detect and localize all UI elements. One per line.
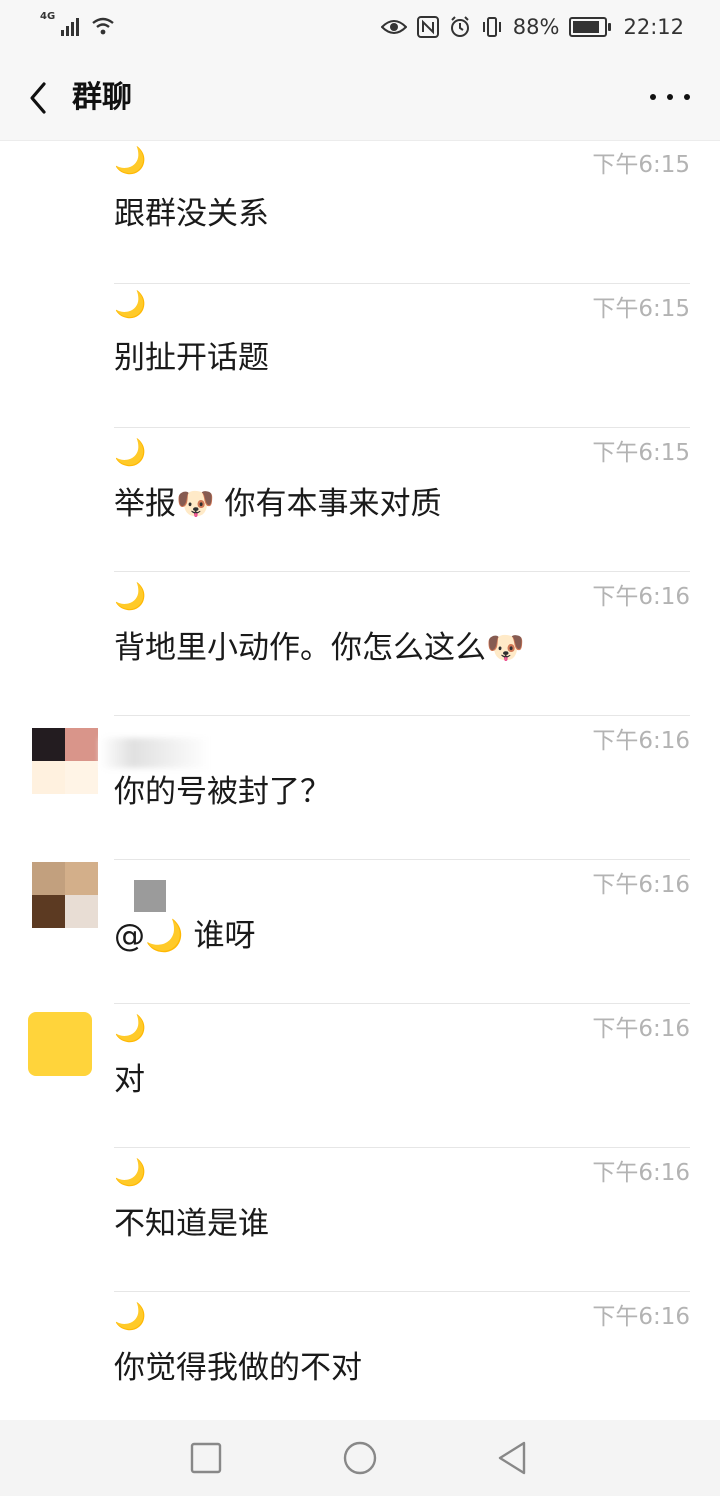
network-type: 4G <box>40 11 56 22</box>
message-time: 下午6:15 <box>592 152 690 178</box>
message-text: @🌙 谁呀 <box>114 918 256 954</box>
message-text: 你觉得我做的不对 <box>114 1350 362 1386</box>
message-text: 不知道是谁 <box>114 1206 269 1242</box>
sender-name: 🌙 <box>114 582 147 612</box>
message-time: 下午6:15 <box>592 440 690 466</box>
page-title: 群聊 <box>72 80 132 115</box>
back-triangle-icon[interactable] <box>494 1438 534 1478</box>
message-text: 别扯开话题 <box>114 340 269 376</box>
message-time: 下午6:15 <box>592 296 690 322</box>
message-text: 对 <box>114 1062 145 1098</box>
message-list[interactable]: 🌙 下午6:15 跟群没关系 🌙 下午6:15 别扯开话题 🌙 下午6:15 举… <box>0 140 720 1420</box>
status-right: 88% 22:12 <box>380 12 684 42</box>
message-text: 你的号被封了？ <box>114 774 331 810</box>
signal-group: 4G <box>40 12 115 36</box>
battery-icon <box>569 17 612 37</box>
message-item: 下午6:16 你的号被封了？ <box>0 716 720 860</box>
message-time: 下午6:16 <box>592 584 690 610</box>
message-item: 🌙 下午6:16 不知道是谁 <box>0 1148 720 1292</box>
chat-header: 群聊 <box>0 56 720 141</box>
message-item: 下午6:16 @🌙 谁呀 <box>0 860 720 1004</box>
sender-name: 🌙 <box>114 1158 147 1188</box>
battery-percent: 88% <box>512 15 560 39</box>
home-icon[interactable] <box>340 1438 380 1478</box>
message-item: 🌙 下午6:15 举报🐶 你有本事来对质 <box>0 428 720 572</box>
sender-name-redacted <box>100 738 210 768</box>
sender-name: 🌙 <box>114 146 147 176</box>
message-text: 背地里小动作。你怎么这么🐶 <box>114 630 525 666</box>
status-bar: 4G 88% 22:12 <box>0 0 720 56</box>
more-dots-icon[interactable] <box>650 82 690 112</box>
message-time: 下午6:16 <box>592 1304 690 1330</box>
avatar[interactable] <box>28 1012 92 1076</box>
sender-name: 🌙 <box>114 290 147 320</box>
alarm-icon <box>450 16 469 37</box>
message-text: 举报🐶 你有本事来对质 <box>114 486 442 522</box>
vibrate-icon <box>482 17 501 37</box>
message-time: 下午6:16 <box>592 1160 690 1186</box>
message-item: 🌙 下午6:16 你觉得我做的不对 <box>0 1292 720 1420</box>
avatar[interactable] <box>32 862 98 928</box>
chevron-left-icon[interactable] <box>22 78 62 118</box>
sender-name: 🌙 <box>114 1302 147 1332</box>
message-item: 🌙 下午6:16 对 <box>0 1004 720 1148</box>
recent-apps-icon[interactable] <box>186 1438 226 1478</box>
eye-icon <box>380 20 407 34</box>
message-time: 下午6:16 <box>592 872 690 898</box>
clock: 22:12 <box>623 15 684 39</box>
sender-name-redacted <box>134 880 166 912</box>
system-nav-bar <box>0 1420 720 1496</box>
message-time: 下午6:16 <box>592 728 690 754</box>
message-item: 🌙 下午6:15 别扯开话题 <box>0 264 720 428</box>
message-item: 🌙 下午6:15 跟群没关系 <box>0 140 720 284</box>
sender-name: 🌙 <box>114 438 147 468</box>
message-time: 下午6:16 <box>592 1016 690 1042</box>
nfc-icon <box>416 16 439 38</box>
sender-name: 🌙 <box>114 1014 147 1044</box>
avatar[interactable] <box>32 728 98 794</box>
message-item: 🌙 下午6:16 背地里小动作。你怎么这么🐶 <box>0 572 720 716</box>
signal-icon <box>61 14 80 36</box>
wifi-icon <box>92 17 114 35</box>
message-text: 跟群没关系 <box>114 196 269 232</box>
